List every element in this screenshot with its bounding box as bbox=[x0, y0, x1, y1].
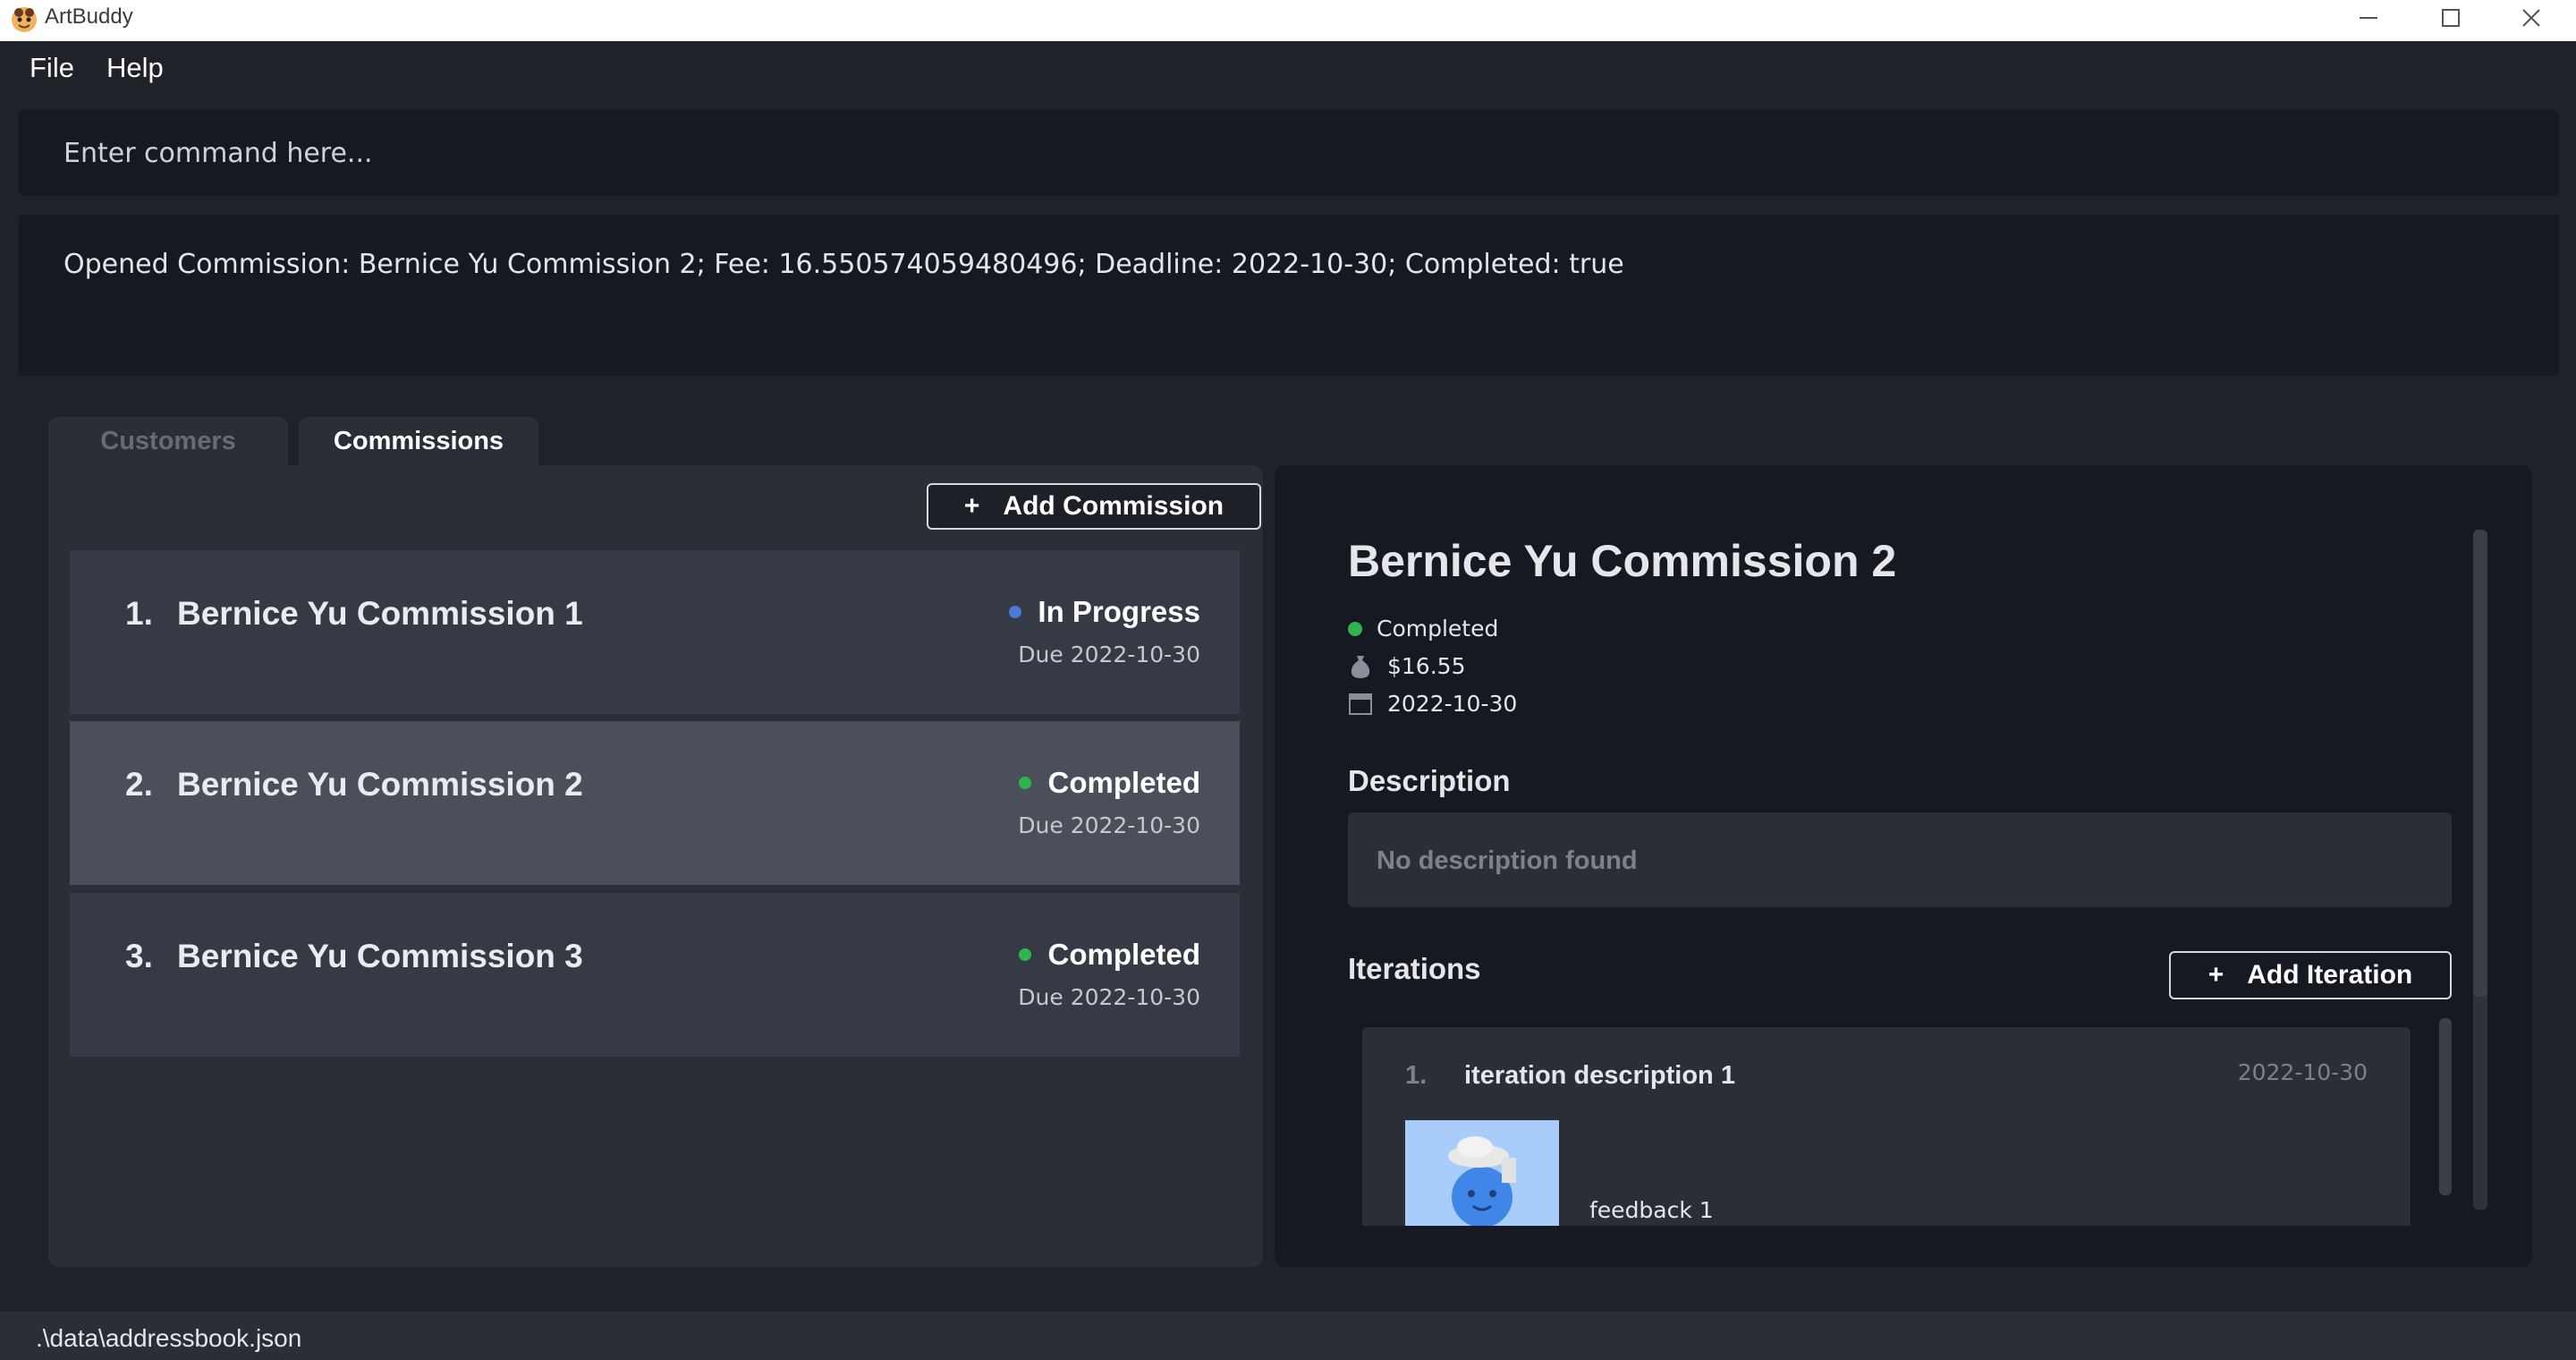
iteration-list: 1. iteration description 1 2022-10-30 fe… bbox=[1362, 1027, 2411, 1226]
commission-due: Due 2022-10-30 bbox=[1018, 984, 1200, 1010]
calendar-icon bbox=[1348, 692, 1373, 717]
menu-bar bbox=[0, 41, 2576, 98]
menu-help[interactable]: Help bbox=[106, 52, 164, 84]
iteration-index: 1. bbox=[1405, 1061, 1428, 1090]
commission-detail-panel: Bernice Yu Commission 2 Completed $16.55… bbox=[1275, 465, 2532, 1267]
description-heading: Description bbox=[1348, 764, 1511, 797]
add-commission-label: Add Commission bbox=[1003, 491, 1224, 521]
maximize-icon[interactable] bbox=[2415, 0, 2487, 36]
iteration-description: iteration description 1 bbox=[1464, 1061, 1735, 1090]
close-icon[interactable] bbox=[2496, 0, 2567, 36]
commission-card[interactable]: 3. Bernice Yu Commission 3 Completed Due… bbox=[70, 893, 1240, 1057]
commission-status: Completed bbox=[1019, 766, 1200, 800]
detail-status: Completed bbox=[1348, 616, 1498, 642]
commission-due: Due 2022-10-30 bbox=[1018, 812, 1200, 838]
iteration-image bbox=[1405, 1120, 1559, 1226]
commission-index: 3. bbox=[125, 938, 153, 974]
status-dot-icon bbox=[1009, 606, 1022, 618]
commission-status-label: Completed bbox=[1047, 938, 1200, 971]
commission-status-label: In Progress bbox=[1038, 595, 1200, 628]
save-location-path: .\data\addressbook.json bbox=[36, 1324, 302, 1352]
detail-title: Bernice Yu Commission 2 bbox=[1348, 536, 1897, 586]
app-logo-icon bbox=[9, 4, 39, 35]
plus-icon: + bbox=[2207, 960, 2224, 990]
title-bar: ArtBuddy bbox=[0, 0, 2576, 41]
commission-index: 2. bbox=[125, 766, 153, 803]
detail-deadline: 2022-10-30 bbox=[1348, 691, 1517, 717]
commission-status: Completed bbox=[1019, 938, 1200, 972]
tab-commissions[interactable]: Commissions bbox=[299, 417, 538, 465]
add-commission-button[interactable]: + Add Commission bbox=[927, 483, 1261, 530]
iteration-feedback: feedback 1 bbox=[1589, 1197, 1714, 1223]
tab-customers[interactable]: Customers bbox=[48, 417, 288, 465]
commission-status: In Progress bbox=[1009, 595, 1200, 629]
commission-due: Due 2022-10-30 bbox=[1018, 642, 1200, 667]
detail-scroll-thumb[interactable] bbox=[2473, 530, 2487, 997]
commission-name: Bernice Yu Commission 3 bbox=[177, 938, 583, 974]
iteration-date: 2022-10-30 bbox=[2237, 1059, 2368, 1085]
minimize-icon[interactable] bbox=[2333, 0, 2404, 36]
status-bar: .\data\addressbook.json bbox=[0, 1312, 2576, 1360]
commission-card[interactable]: 1. Bernice Yu Commission 1 In Progress D… bbox=[70, 550, 1240, 714]
result-display: Opened Commission: Bernice Yu Commission… bbox=[19, 215, 2559, 376]
commission-name: Bernice Yu Commission 1 bbox=[177, 595, 583, 632]
result-text: Opened Commission: Bernice Yu Commission… bbox=[64, 249, 1624, 280]
money-bag-icon bbox=[1348, 654, 1373, 679]
description-box: No description found bbox=[1348, 812, 2452, 907]
commission-name: Bernice Yu Commission 2 bbox=[177, 766, 583, 803]
menu-file[interactable]: File bbox=[30, 52, 74, 84]
detail-scrollbar[interactable] bbox=[2473, 530, 2487, 1210]
commission-index: 1. bbox=[125, 595, 153, 632]
commission-status-label: Completed bbox=[1047, 766, 1200, 799]
status-dot-icon bbox=[1019, 777, 1032, 789]
iteration-scroll-thumb[interactable] bbox=[2439, 1018, 2452, 1195]
window-title: ArtBuddy bbox=[45, 4, 133, 29]
add-iteration-label: Add Iteration bbox=[2247, 960, 2413, 990]
commission-card-selected[interactable]: 2. Bernice Yu Commission 2 Completed Due… bbox=[70, 721, 1240, 885]
command-box bbox=[19, 110, 2559, 196]
iteration-scrollbar[interactable] bbox=[2439, 1018, 2452, 1195]
iteration-card[interactable]: 1. iteration description 1 2022-10-30 fe… bbox=[1362, 1027, 2411, 1226]
detail-deadline-value: 2022-10-30 bbox=[1387, 691, 1518, 717]
add-iteration-button[interactable]: + Add Iteration bbox=[2169, 951, 2452, 999]
status-dot-icon bbox=[1348, 621, 1362, 636]
status-dot-icon bbox=[1019, 948, 1032, 961]
commission-list-panel: + Add Commission 1. Bernice Yu Commissio… bbox=[48, 465, 1263, 1267]
command-input[interactable] bbox=[19, 110, 2559, 196]
description-text: No description found bbox=[1377, 846, 1638, 875]
detail-status-label: Completed bbox=[1377, 616, 1499, 642]
iterations-heading: Iterations bbox=[1348, 952, 1481, 985]
detail-fee: $16.55 bbox=[1348, 653, 1465, 679]
detail-fee-value: $16.55 bbox=[1387, 653, 1466, 679]
plus-icon: + bbox=[963, 491, 980, 521]
